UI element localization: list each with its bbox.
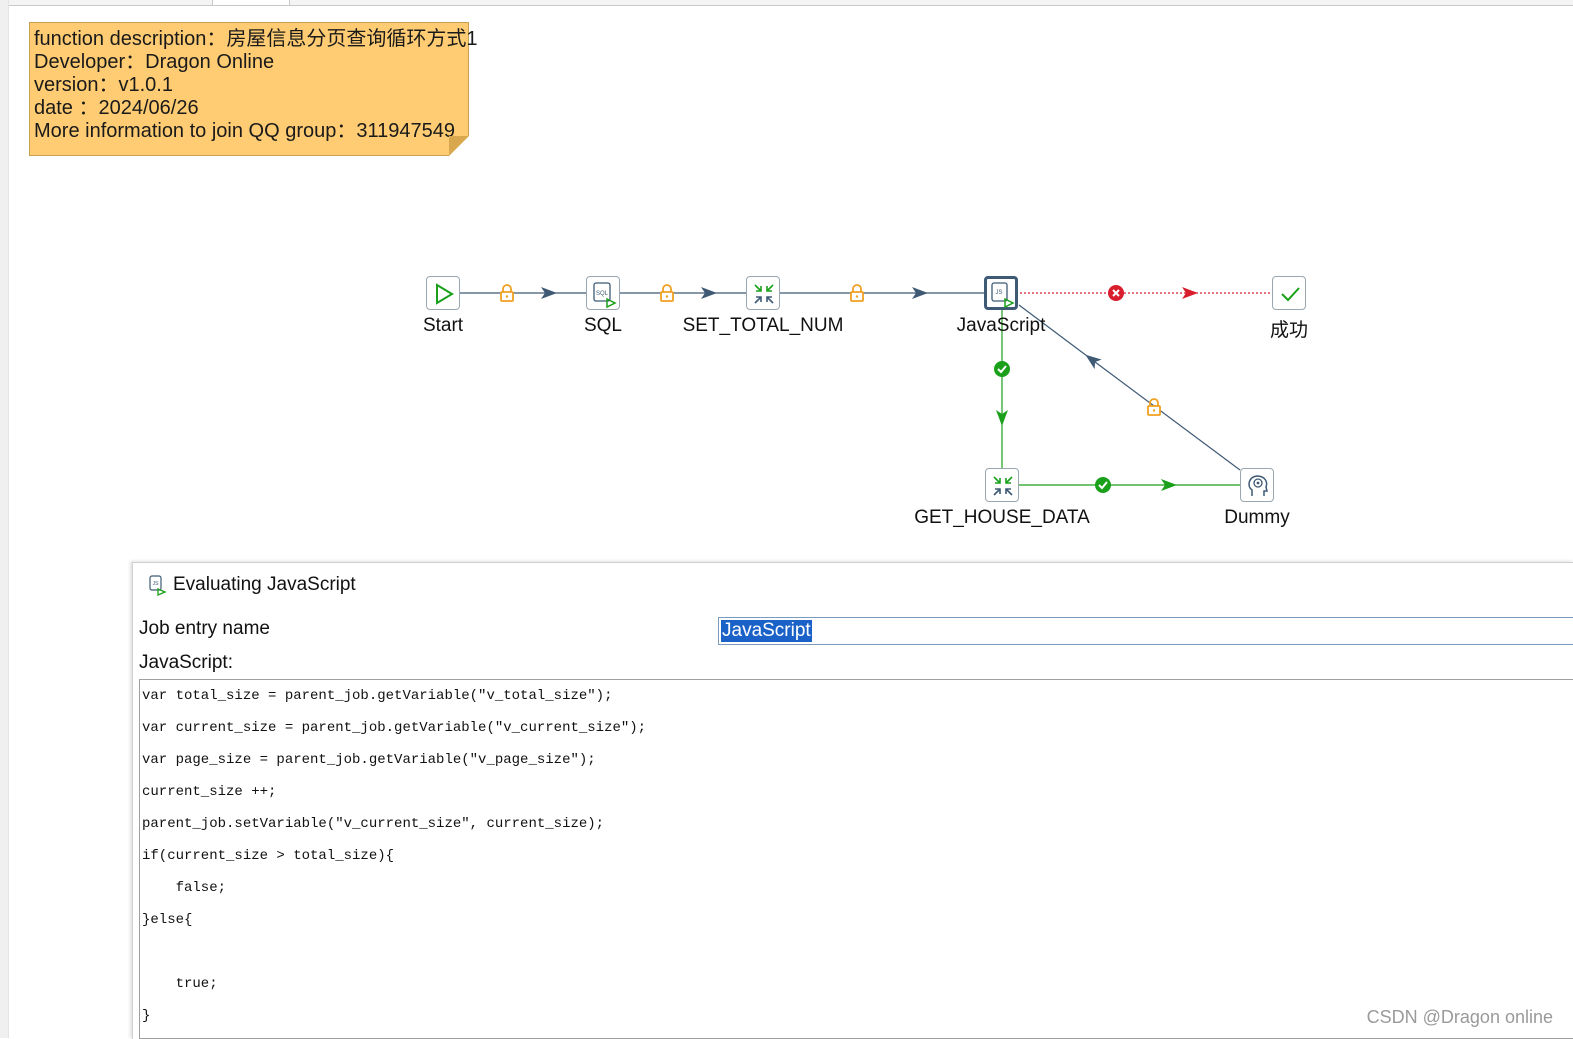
javascript-entry-dialog: JS Evaluating JavaScript Job entry name … bbox=[132, 562, 1573, 1039]
watermark: CSDN @Dragon online bbox=[1366, 1007, 1553, 1027]
svg-text:SQL: SQL bbox=[596, 291, 609, 297]
job-entry-name-label: Job entry name bbox=[139, 618, 270, 639]
code-line: var page_size = parent_job.getVariable("… bbox=[142, 752, 596, 768]
hop-sql-set-total-num[interactable] bbox=[620, 284, 746, 302]
job-entry-name-value: JavaScript bbox=[721, 620, 812, 642]
lock-icon bbox=[500, 284, 514, 302]
node-label-get-house-data: GET_HOUSE_DATA bbox=[914, 507, 1090, 528]
node-label-sql: SQL bbox=[583, 315, 623, 336]
node-label-start: Start bbox=[422, 315, 464, 336]
job-entry-success[interactable] bbox=[1272, 276, 1306, 310]
hop-get-house-data-dummy-true[interactable] bbox=[1019, 476, 1240, 494]
hop-set-total-num-javascript[interactable] bbox=[780, 284, 985, 302]
check-circle-icon bbox=[1094, 476, 1112, 494]
hop-javascript-success-false[interactable] bbox=[1020, 284, 1272, 302]
lock-icon bbox=[1147, 398, 1161, 416]
lock-icon bbox=[850, 284, 864, 302]
javascript-icon: JS bbox=[149, 575, 167, 596]
job-entry-name-input[interactable]: JavaScript bbox=[718, 617, 1573, 645]
job-entry-set-total-num[interactable] bbox=[746, 276, 780, 310]
checkmark-icon bbox=[1281, 287, 1300, 302]
job-entry-start[interactable] bbox=[426, 276, 460, 310]
dialog-title: Evaluating JavaScript bbox=[173, 574, 356, 595]
check-circle-icon bbox=[993, 360, 1011, 378]
code-line: var current_size = parent_job.getVariabl… bbox=[142, 720, 647, 736]
x-circle-icon bbox=[1107, 284, 1125, 302]
job-entry-dummy[interactable] bbox=[1240, 468, 1274, 502]
hop-dummy-javascript[interactable] bbox=[1018, 304, 1241, 471]
code-line: true; bbox=[142, 976, 218, 992]
code-line: }else{ bbox=[142, 912, 193, 928]
javascript-code-editor[interactable]: var total_size = parent_job.getVariable(… bbox=[139, 679, 1573, 1039]
play-icon bbox=[436, 283, 454, 305]
svg-text:JS: JS bbox=[995, 290, 1002, 296]
code-content: var total_size = parent_job.getVariable(… bbox=[142, 680, 646, 1032]
job-canvas bbox=[460, 284, 1272, 494]
node-label-set-total-num: SET_TOTAL_NUM bbox=[682, 315, 844, 336]
hop-start-sql[interactable] bbox=[460, 284, 586, 302]
node-label-dummy: Dummy bbox=[1224, 507, 1290, 528]
javascript-icon: JS bbox=[991, 282, 1015, 309]
code-line: } bbox=[142, 1008, 151, 1024]
job-entry-get-house-data[interactable] bbox=[985, 468, 1019, 502]
svg-text:JS: JS bbox=[153, 581, 160, 587]
code-line: if(current_size > total_size){ bbox=[142, 848, 395, 864]
code-line: current_size ++; bbox=[142, 784, 277, 800]
sql-script-icon: SQL bbox=[593, 282, 617, 309]
code-line: false; bbox=[142, 880, 227, 896]
dummy-icon bbox=[1248, 475, 1268, 496]
job-entry-sql[interactable]: SQL bbox=[586, 276, 620, 310]
code-line: parent_job.setVariable("v_current_size",… bbox=[142, 816, 605, 832]
lock-icon bbox=[660, 284, 674, 302]
job-entry-javascript[interactable]: JS bbox=[984, 276, 1018, 310]
code-line: var total_size = parent_job.getVariable(… bbox=[142, 688, 613, 704]
node-label-success: 成功 bbox=[1269, 320, 1309, 341]
javascript-label: JavaScript: bbox=[139, 652, 233, 673]
set-variables-icon bbox=[754, 284, 774, 304]
node-label-javascript: JavaScript bbox=[956, 315, 1046, 336]
set-variables-icon bbox=[993, 476, 1013, 496]
